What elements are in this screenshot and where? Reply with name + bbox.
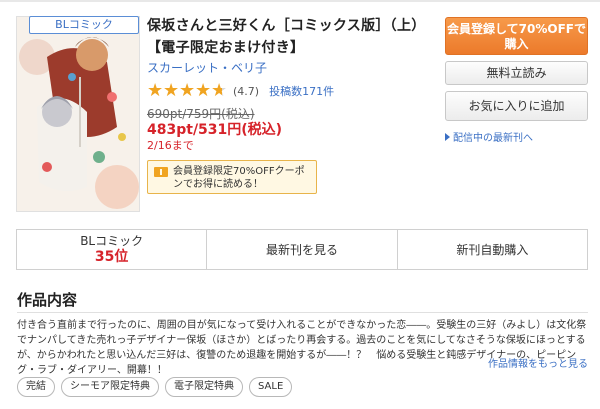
book-title: 保坂さんと三好くん［コミックス版］（上）【電子限定おまけ付き】 [147, 18, 426, 56]
section-title: 作品内容 [17, 291, 78, 309]
tag-sale[interactable]: SALE [249, 377, 293, 397]
star-icon: ★ [179, 80, 196, 101]
view-latest-tab[interactable]: 最新刊を見る [207, 230, 398, 269]
latest-volume-label: 配信中の最新刊へ [453, 133, 533, 144]
action-panel: 会員登録して70%OFFで購入 無料立読み お気に入りに追加 配信中の最新刊へ [445, 17, 588, 144]
book-cover-image[interactable] [16, 16, 140, 212]
book-info: 保坂さんと三好くん［コミックス版］（上）【電子限定おまけ付き】 スカーレット・ベ… [147, 15, 427, 194]
add-favorite-button[interactable]: お気に入りに追加 [445, 91, 588, 121]
ranking-value: 35位 [94, 249, 129, 265]
genre-badge[interactable]: BLコミック [29, 16, 139, 34]
triangle-right-icon [445, 132, 450, 141]
tag-list: 完結 シーモア限定特典 電子限定特典 SALE [17, 377, 293, 397]
star-icon: ★ [147, 80, 164, 101]
rating-row: ★ ★ ★ ★ ★ (4.7) 投稿数171件 [147, 82, 427, 100]
free-read-button[interactable]: 無料立読み [445, 61, 588, 85]
latest-volume-link[interactable]: 配信中の最新刊へ [445, 129, 588, 144]
star-icon: ★ [195, 80, 212, 101]
top-divider [0, 0, 600, 2]
reviews-link[interactable]: 投稿数171件 [269, 83, 334, 99]
more-info-link[interactable]: 作品情報をもっと見る [488, 355, 588, 370]
sale-deadline: 2/16まで [147, 139, 194, 152]
star-rating: ★ ★ ★ ★ ★ [147, 82, 227, 100]
register-button-label: 会員登録して70%OFFで購入 [447, 22, 586, 51]
section-divider [17, 312, 588, 313]
tag-completed[interactable]: 完結 [17, 377, 55, 397]
star-half-icon: ★ [211, 80, 228, 101]
tag-ebook-bonus[interactable]: 電子限定特典 [165, 377, 243, 397]
author-link[interactable]: スカーレット・ベリ子 [147, 60, 427, 76]
sale-price: 483pt/531円(税込) [147, 122, 283, 138]
register-purchase-button[interactable]: 会員登録して70%OFFで購入 [445, 17, 588, 55]
info-tabbar: BLコミック 35位 最新刊を見る 新刊自動購入 [16, 229, 588, 270]
genre-ranking-tab[interactable]: BLコミック 35位 [17, 230, 208, 269]
rating-value: (4.7) [233, 84, 260, 98]
cover-illustration [17, 17, 139, 211]
coupon-icon [154, 167, 168, 177]
coupon-text: 会員登録限定70%OFFクーポンでお得に読める！ [173, 166, 305, 190]
tag-cmoa-bonus[interactable]: シーモア限定特典 [61, 377, 159, 397]
original-price: 690pt/759円(税込) [147, 107, 255, 121]
ranking-genre-label: BLコミック [80, 234, 144, 248]
coupon-banner[interactable]: 会員登録限定70%OFFクーポンでお得に読める！ [147, 160, 317, 194]
auto-purchase-tab[interactable]: 新刊自動購入 [398, 230, 587, 269]
star-icon: ★ [163, 80, 180, 101]
